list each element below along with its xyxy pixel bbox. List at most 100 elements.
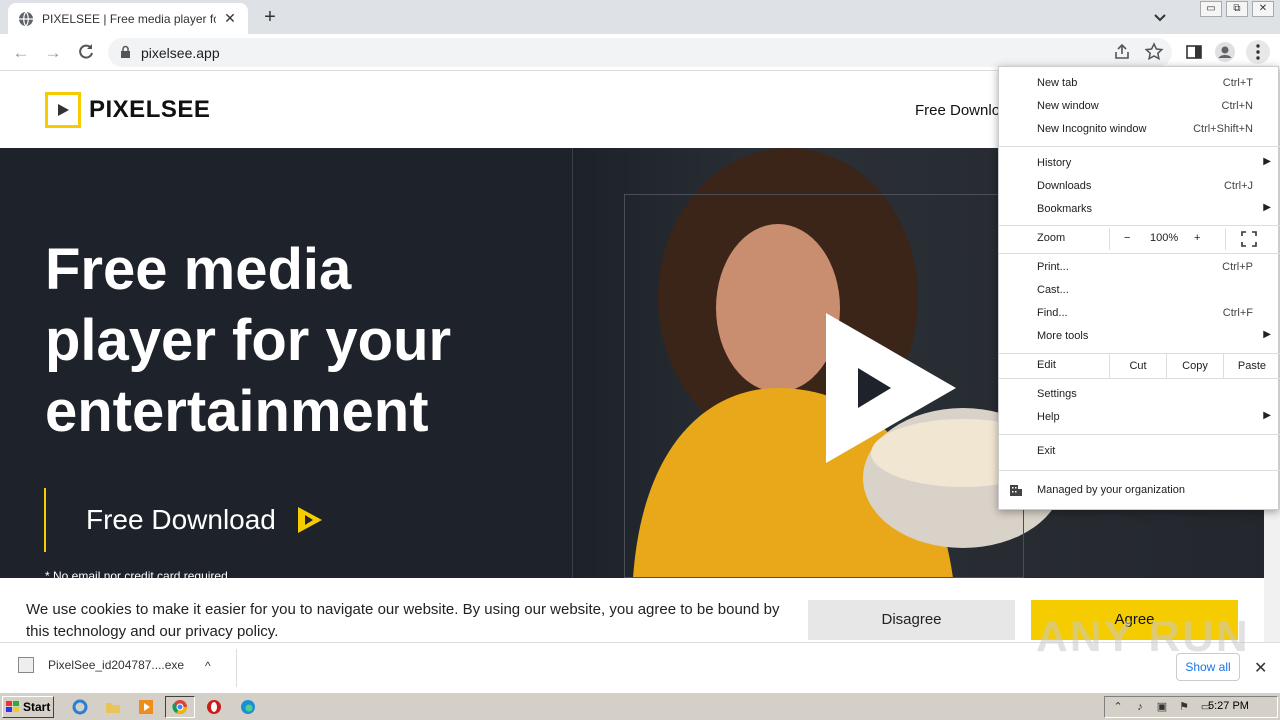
menu-managed-by-org[interactable]: Managed by your organization	[999, 478, 1280, 502]
screen: PIXELSEE | Free media player for yo ✕ + …	[0, 0, 1280, 720]
paste-button[interactable]: Paste	[1223, 354, 1280, 378]
ie-icon[interactable]	[70, 697, 90, 717]
menu-bookmarks[interactable]: Bookmarks ▶	[999, 199, 1280, 221]
menu-print[interactable]: Print... Ctrl+P	[999, 257, 1280, 279]
menu-zoom-row: Zoom − 100% +	[999, 228, 1280, 250]
side-panel-icon[interactable]	[1184, 42, 1204, 62]
divider	[236, 649, 237, 687]
disagree-button[interactable]: Disagree	[808, 600, 1015, 640]
menu-label: Managed by your organization	[1037, 484, 1185, 496]
menu-history[interactable]: History ▶	[999, 153, 1280, 175]
submenu-arrow-icon: ▶	[1263, 329, 1271, 340]
yellow-play-icon	[297, 507, 322, 533]
tab-search-icon[interactable]	[1152, 9, 1168, 25]
share-icon[interactable]	[1112, 42, 1132, 62]
menu-label: Help	[1037, 411, 1060, 423]
hero-line-1: Free media	[45, 237, 352, 302]
menu-exit[interactable]: Exit	[999, 441, 1280, 463]
lock-icon	[121, 45, 130, 58]
download-shelf-close-icon[interactable]: ✕	[1254, 658, 1267, 678]
menu-edit-row: Edit Cut Copy Paste	[999, 354, 1280, 378]
chrome-taskbar-icon[interactable]	[165, 696, 195, 718]
menu-help[interactable]: Help ▶	[999, 407, 1280, 429]
logo-play-icon	[45, 92, 81, 128]
free-download-button[interactable]: Free Download	[44, 488, 324, 552]
opera-icon[interactable]	[204, 697, 224, 717]
media-player-icon[interactable]	[136, 697, 156, 717]
cut-button[interactable]: Cut	[1109, 354, 1166, 378]
divider	[999, 434, 1280, 435]
free-download-label: Free Download	[86, 504, 276, 535]
menu-more-tools[interactable]: More tools ▶	[999, 326, 1280, 348]
profile-avatar-icon[interactable]	[1215, 42, 1235, 62]
menu-downloads[interactable]: Downloads Ctrl+J	[999, 176, 1280, 198]
menu-label: New tab	[1037, 77, 1078, 89]
pixelsee-logo[interactable]: PIXELSEE	[45, 92, 210, 128]
windows-taskbar: Start ⌃ ♪ ▣ ⚑ ▭ 5:27 PM	[0, 692, 1280, 720]
menu-label: Downloads	[1037, 180, 1092, 192]
window-controls: ▭ ⧉ ✕	[1200, 1, 1274, 17]
hero-line-3: entertainment	[45, 379, 429, 444]
menu-label: Cast...	[1037, 284, 1069, 296]
download-item[interactable]: PixelSee_id204787....exe	[18, 657, 184, 673]
reload-icon[interactable]	[76, 42, 96, 62]
window-close-button[interactable]: ✕	[1252, 1, 1274, 17]
divider	[999, 470, 1280, 471]
system-tray: ⌃ ♪ ▣ ⚑ ▭	[1104, 696, 1278, 718]
nav-free-download-link[interactable]: Free Downlo	[915, 102, 1000, 119]
zoom-in-button[interactable]: +	[1194, 232, 1200, 244]
globe-icon	[19, 11, 33, 26]
restore-button[interactable]: ⧉	[1226, 1, 1248, 17]
hero-line-2: player for your	[45, 308, 452, 373]
chrome-app-menu: New tab Ctrl+T New window Ctrl+N New Incog…	[998, 66, 1280, 510]
bookmark-star-icon[interactable]	[1144, 42, 1164, 62]
logo-text: PIXELSEE	[89, 96, 211, 123]
show-hidden-icons[interactable]: ⌃	[1111, 700, 1125, 714]
start-button[interactable]: Start	[2, 696, 54, 718]
menu-new-tab[interactable]: New tab Ctrl+T	[999, 73, 1280, 95]
url-text: pixelsee.app	[141, 45, 220, 61]
network-icon[interactable]: ▣	[1155, 700, 1169, 714]
chrome-menu-button[interactable]	[1246, 40, 1270, 64]
volume-icon[interactable]: ♪	[1133, 700, 1147, 714]
menu-label: More tools	[1037, 330, 1089, 342]
exe-file-icon	[18, 657, 34, 673]
menu-label: Find...	[1037, 307, 1068, 319]
zoom-out-button[interactable]: −	[1124, 232, 1130, 244]
shortcut: Ctrl+Shift+N	[1193, 123, 1253, 135]
download-filename: PixelSee_id204787....exe	[48, 658, 185, 672]
divider	[999, 225, 1280, 226]
menu-label: Print...	[1037, 261, 1069, 273]
address-bar[interactable]: pixelsee.app	[108, 38, 1172, 67]
minimize-button[interactable]: ▭	[1200, 1, 1222, 17]
menu-settings[interactable]: Settings	[999, 384, 1280, 406]
anyrun-watermark: ANY RUN	[1036, 612, 1250, 661]
forward-arrow-icon[interactable]: →	[42, 42, 64, 64]
chevron-up-icon[interactable]: ^	[205, 659, 211, 673]
browser-tab[interactable]: PIXELSEE | Free media player for yo ✕	[8, 3, 248, 34]
menu-cast[interactable]: Cast...	[999, 280, 1280, 302]
menu-find[interactable]: Find... Ctrl+F	[999, 303, 1280, 325]
tab-title: PIXELSEE | Free media player for yo	[42, 11, 216, 26]
menu-new-incognito[interactable]: New Incognito window Ctrl+Shift+N	[999, 119, 1280, 141]
menu-new-window[interactable]: New window Ctrl+N	[999, 96, 1280, 118]
action-center-flag-icon[interactable]: ⚑	[1177, 700, 1191, 714]
shortcut: Ctrl+T	[1222, 77, 1253, 89]
new-tab-button[interactable]: +	[260, 6, 280, 28]
divider	[999, 253, 1280, 254]
edge-icon[interactable]	[238, 697, 258, 717]
back-arrow-icon[interactable]: ←	[10, 42, 32, 64]
tab-close-icon[interactable]: ✕	[222, 10, 238, 27]
shortcut: Ctrl+J	[1223, 180, 1253, 192]
copy-button[interactable]: Copy	[1166, 354, 1223, 378]
menu-label: Bookmarks	[1037, 203, 1093, 215]
shortcut: Ctrl+F	[1222, 307, 1253, 319]
explorer-folder-icon[interactable]	[103, 697, 123, 717]
menu-label: Settings	[1037, 388, 1077, 400]
divider	[999, 378, 1280, 379]
zoom-level: 100%	[1150, 232, 1179, 244]
hero-frame-outline	[624, 194, 1024, 578]
menu-label: Exit	[1037, 445, 1056, 457]
fullscreen-icon[interactable]	[1241, 231, 1257, 247]
tab-strip: PIXELSEE | Free media player for yo ✕ + …	[0, 0, 1280, 34]
